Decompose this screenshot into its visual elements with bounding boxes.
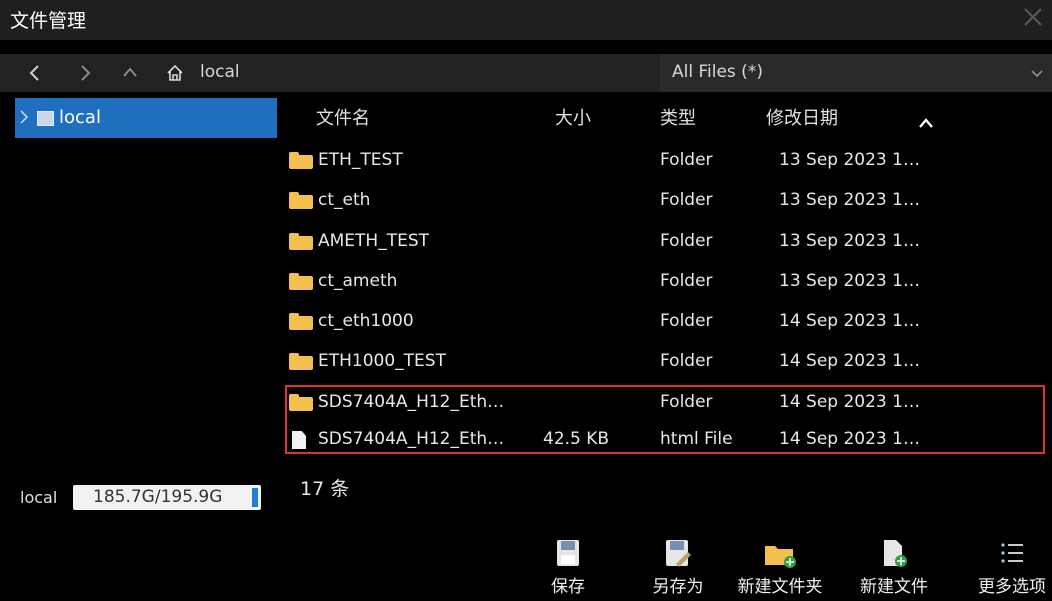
new-folder-label: 新建文件夹	[737, 577, 823, 597]
path-label: local	[200, 62, 240, 82]
folder-tree	[0, 96, 281, 456]
window-title: 文件管理	[10, 10, 87, 32]
column-header-name[interactable]: 文件名	[316, 104, 370, 130]
column-header-modified[interactable]: 修改日期	[766, 104, 838, 130]
drive-icon	[37, 111, 54, 126]
close-icon[interactable]	[1022, 6, 1044, 28]
file-type: Folder	[660, 190, 713, 210]
file-name: AMETH_TEST	[318, 231, 430, 251]
sort-ascending-icon[interactable]	[918, 114, 934, 128]
save-as-label: 另存为	[652, 577, 704, 597]
file-row[interactable]: ct_eth Folder 13 Sep 2023 1…	[285, 181, 1045, 221]
folder-icon	[289, 273, 313, 290]
file-type: Folder	[660, 231, 713, 251]
file-name: ETH1000_TEST	[318, 351, 446, 371]
folder-icon	[289, 353, 313, 370]
more-options-label: 更多选项	[978, 577, 1046, 597]
folder-icon	[289, 233, 313, 250]
tree-item-label: local	[59, 107, 101, 128]
file-modified: 14 Sep 2023 1…	[779, 311, 920, 331]
file-modified: 13 Sep 2023 1…	[779, 271, 920, 291]
file-modified: 13 Sep 2023 1…	[779, 190, 920, 210]
file-row[interactable]: AMETH_TEST Folder 13 Sep 2023 1…	[285, 222, 1045, 262]
storage-usage-text: 185.7G/195.9G	[93, 487, 223, 507]
filter-selected-value: All Files (*)	[672, 62, 763, 82]
file-modified: 13 Sep 2023 1…	[779, 231, 920, 251]
file-type: Folder	[660, 271, 713, 291]
folder-icon	[289, 313, 313, 330]
more-options-button[interactable]: 更多选项	[974, 532, 1050, 601]
save-label: 保存	[551, 577, 585, 597]
file-name: ETH_TEST	[318, 150, 403, 170]
chevron-down-icon	[1030, 66, 1044, 80]
file-type: Folder	[660, 150, 713, 170]
new-file-label: 新建文件	[860, 577, 928, 597]
title-bar: 文件管理	[0, 0, 1052, 40]
more-options-icon	[1001, 543, 1023, 563]
file-row[interactable]: ETH_TEST Folder 13 Sep 2023 1…	[285, 141, 1045, 181]
column-header-row: 文件名 大小 类型 修改日期	[285, 96, 1052, 140]
tree-item-local[interactable]: local	[15, 98, 277, 138]
new-file-button[interactable]: 新建文件	[858, 532, 930, 601]
back-button[interactable]	[20, 54, 50, 92]
folder-icon	[289, 152, 313, 169]
file-name: ct_eth1000	[318, 311, 414, 331]
storage-drive-label: local	[20, 488, 58, 507]
file-name: ct_ameth	[318, 271, 398, 291]
file-modified: 13 Sep 2023 1…	[779, 150, 920, 170]
file-row[interactable]: ct_ameth Folder 13 Sep 2023 1…	[285, 262, 1045, 302]
column-header-type[interactable]: 类型	[660, 104, 696, 130]
save-as-icon	[666, 540, 691, 567]
bottom-toolbar: 保存 另存为 新建文件夹 新建文件 更多选项	[0, 532, 1052, 601]
home-icon[interactable]	[165, 54, 185, 92]
new-folder-icon	[765, 546, 796, 568]
storage-usage-fill	[252, 488, 258, 507]
file-row[interactable]: ETH1000_TEST Folder 14 Sep 2023 1…	[285, 342, 1045, 382]
column-header-size[interactable]: 大小	[555, 104, 591, 130]
chevron-right-icon[interactable]	[18, 108, 30, 126]
up-button[interactable]	[115, 54, 145, 92]
save-button[interactable]: 保存	[540, 532, 596, 601]
save-icon	[557, 540, 579, 566]
file-row[interactable]: ct_eth1000 Folder 14 Sep 2023 1…	[285, 302, 1045, 342]
save-as-button[interactable]: 另存为	[642, 532, 714, 601]
forward-button[interactable]	[70, 54, 100, 92]
file-name: ct_eth	[318, 190, 371, 210]
new-file-icon	[884, 540, 907, 567]
highlight-box	[285, 385, 1045, 454]
item-count: 17 条	[300, 478, 350, 500]
storage-usage-bar: 185.7G/195.9G	[73, 485, 261, 510]
file-type: Folder	[660, 311, 713, 331]
file-type-filter[interactable]: All Files (*)	[660, 54, 1052, 92]
file-type: Folder	[660, 351, 713, 371]
new-folder-button[interactable]: 新建文件夹	[736, 532, 824, 601]
file-modified: 14 Sep 2023 1…	[779, 351, 920, 371]
folder-icon	[289, 192, 313, 209]
